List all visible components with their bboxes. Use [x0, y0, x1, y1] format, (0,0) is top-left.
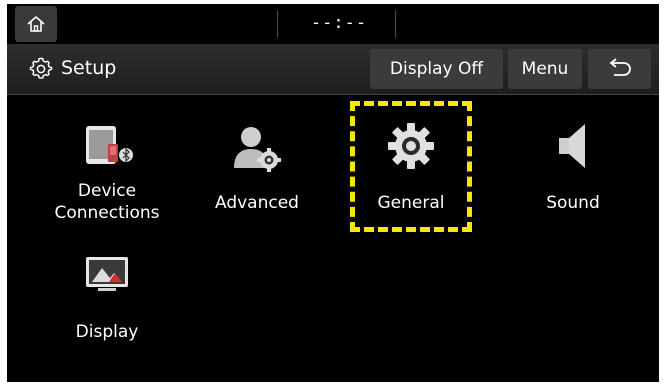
- home-icon: [27, 16, 45, 32]
- person-gear-icon: [234, 127, 281, 172]
- title-bar: Setup Display Off Menu: [7, 44, 659, 95]
- sound-label: Sound: [546, 193, 600, 213]
- advanced-item[interactable]: Advanced: [182, 116, 332, 226]
- highlight-frame: [350, 101, 472, 232]
- status-bar: --:--: [7, 4, 659, 44]
- page-title: Setup: [61, 57, 117, 79]
- advanced-label: Advanced: [215, 193, 299, 213]
- back-button[interactable]: [588, 49, 651, 89]
- display-off-button[interactable]: Display Off: [370, 49, 503, 89]
- status-divider: [277, 10, 278, 38]
- clock: --:--: [310, 13, 368, 33]
- menu-button[interactable]: Menu: [508, 49, 582, 89]
- device-connections-label-line2: Connections: [54, 203, 160, 223]
- status-divider: [395, 10, 396, 38]
- head-unit-screen: --:-- Setup Display Off Menu Device Conn…: [7, 4, 659, 382]
- display-label: Display: [75, 322, 139, 342]
- home-button[interactable]: [15, 6, 57, 42]
- gear-outline-icon: [29, 57, 53, 79]
- device-connections-label-line1: Device: [77, 181, 137, 201]
- device-bluetooth-icon: [86, 126, 133, 164]
- back-arrow-icon: [609, 58, 631, 76]
- device-connections-item[interactable]: Device Connections: [32, 116, 182, 226]
- monitor-icon: [86, 257, 128, 291]
- display-item[interactable]: Display: [32, 247, 182, 357]
- speaker-icon: [559, 124, 585, 168]
- sound-item[interactable]: Sound: [498, 116, 648, 226]
